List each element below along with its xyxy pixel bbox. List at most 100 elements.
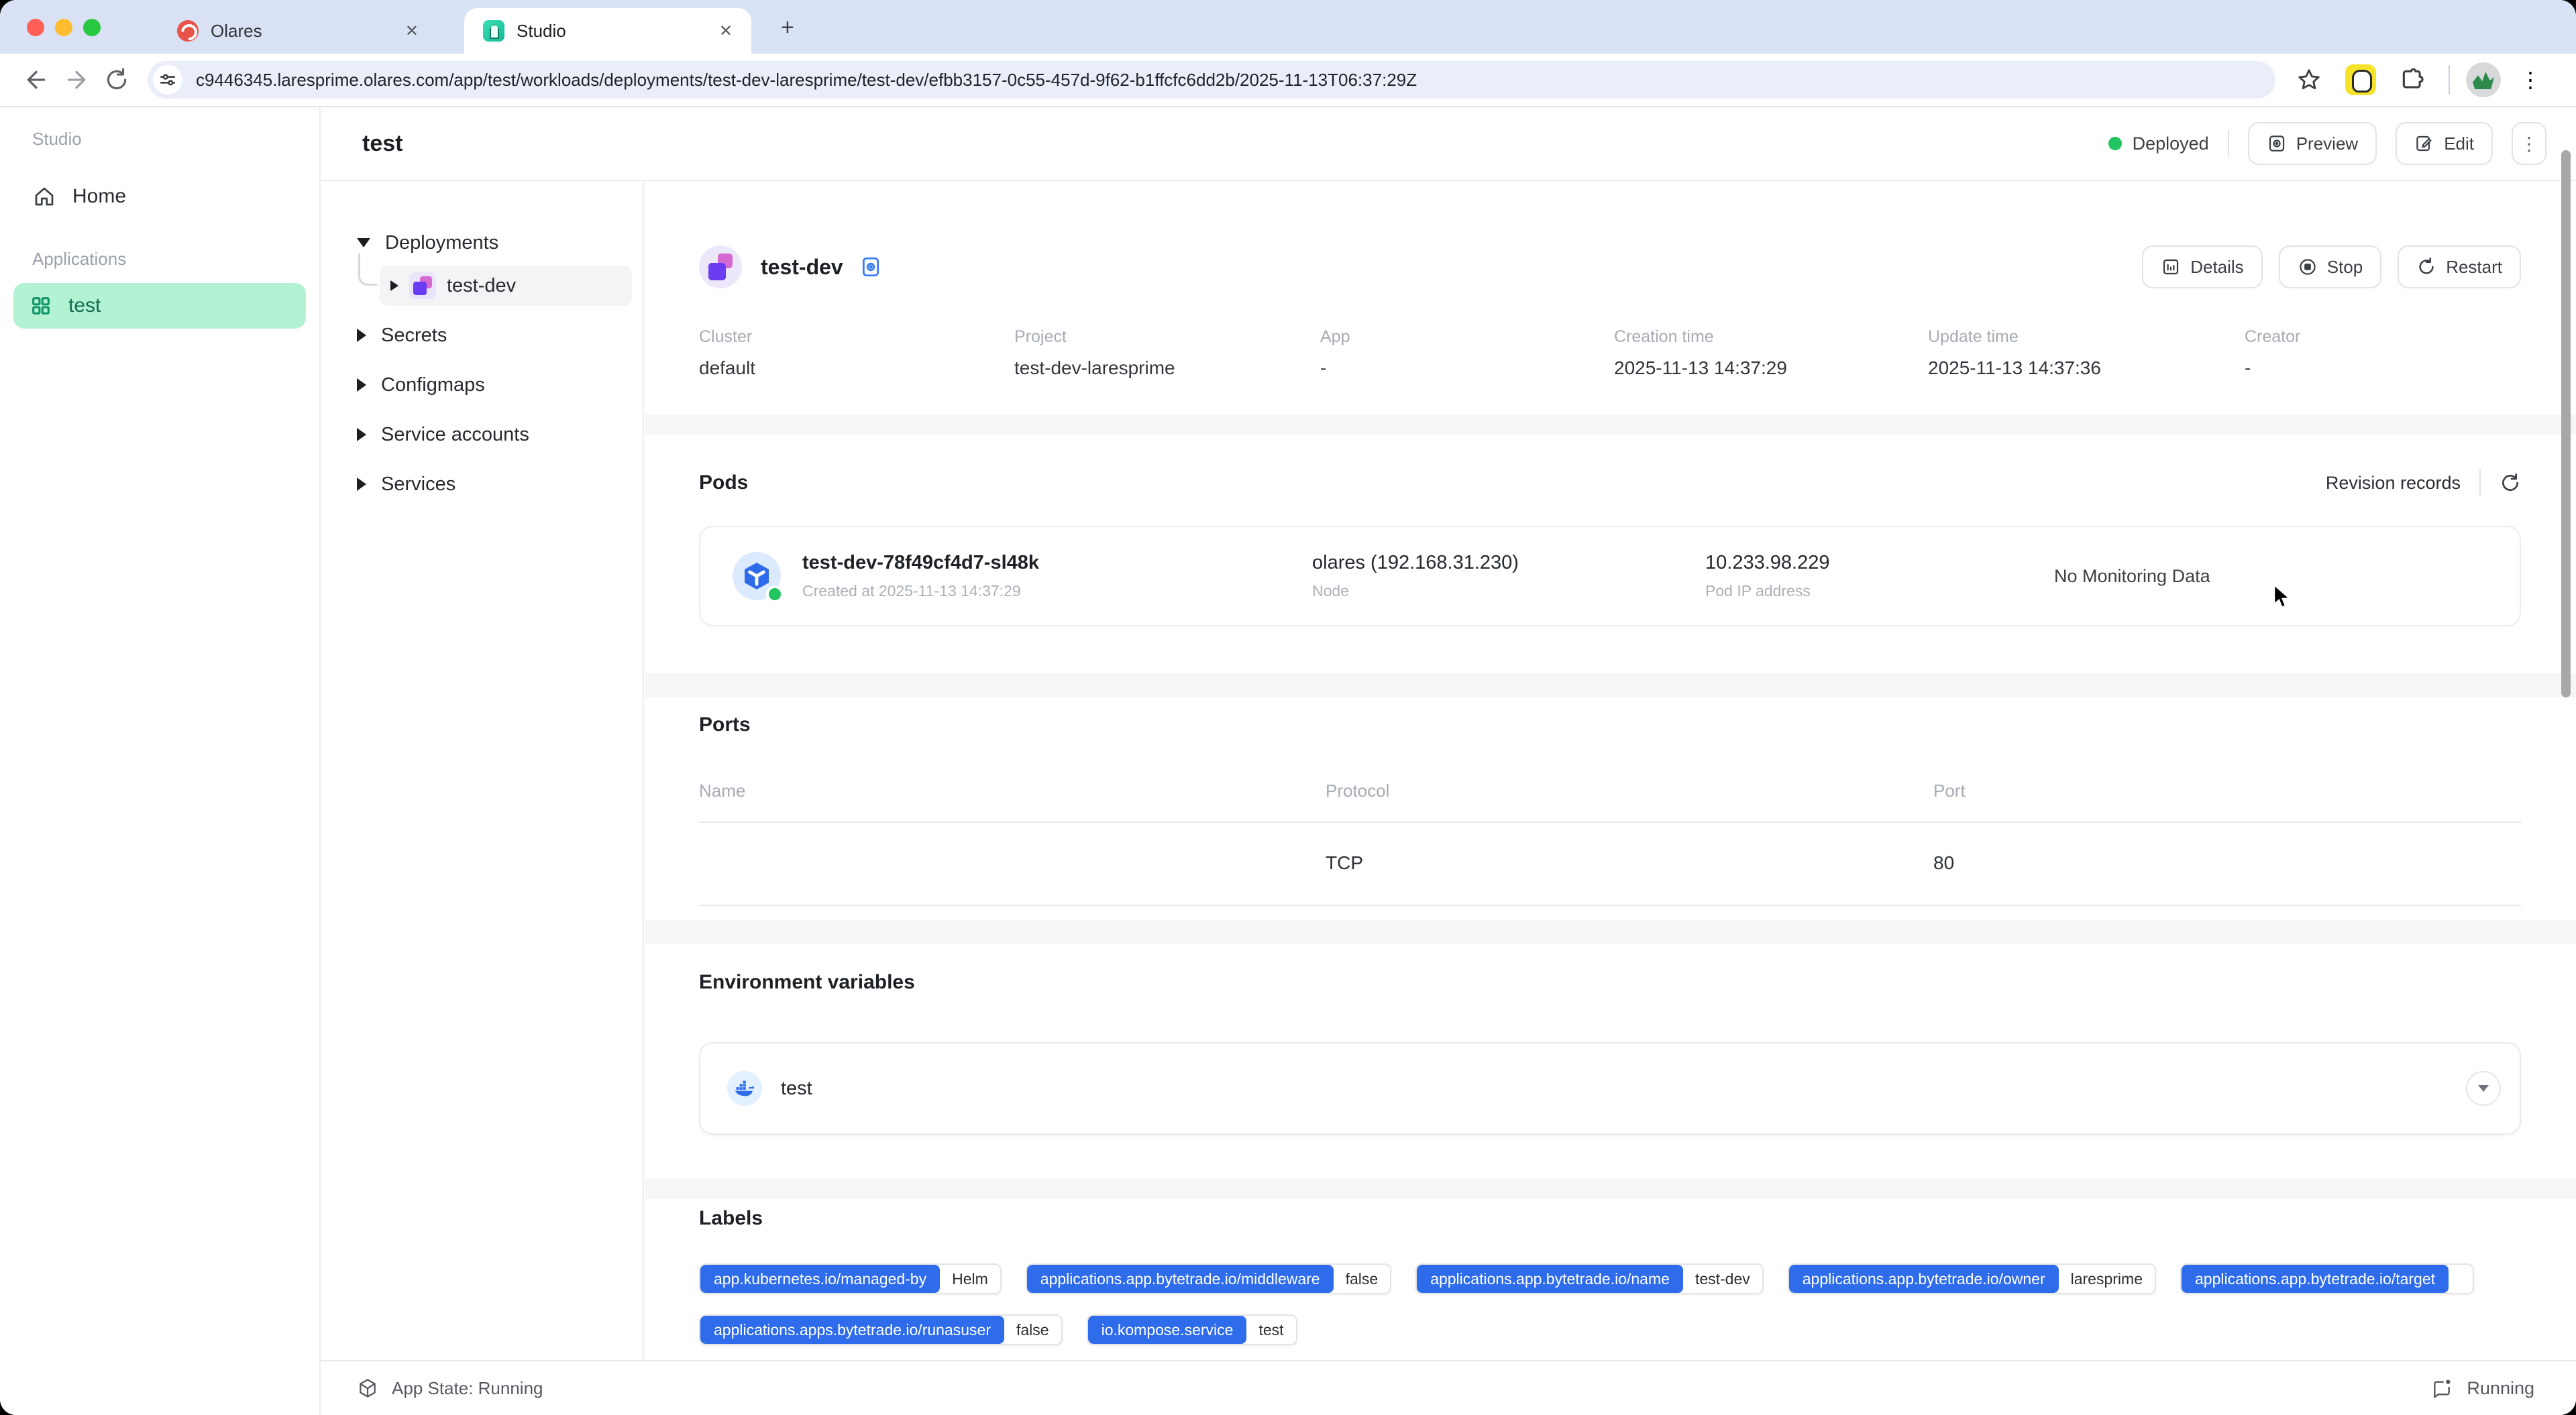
running-state-text: Running — [2467, 1378, 2534, 1399]
reload-icon[interactable] — [97, 60, 137, 100]
deployed-status-dot — [2108, 137, 2122, 150]
tree-item-configmaps[interactable]: Configmaps — [321, 365, 643, 405]
caret-right-icon[interactable] — [357, 477, 366, 491]
edit-button-label: Edit — [2444, 133, 2474, 154]
field-label: Creation time — [1614, 327, 1928, 347]
app-state-text: App State: Running — [392, 1378, 543, 1399]
extensions-puzzle-icon[interactable] — [2392, 60, 2432, 100]
macos-traffic-lights[interactable] — [27, 19, 101, 36]
tab-olares[interactable]: Olares ✕ — [158, 8, 437, 54]
edit-button[interactable]: Edit — [2396, 122, 2493, 165]
tree-item-test-dev[interactable]: test-dev — [380, 266, 632, 306]
tree-item-service-accounts[interactable]: Service accounts — [321, 414, 643, 455]
label-badge: applications.app.bytetrade.io/target — [2180, 1263, 2474, 1294]
app-content: Studio Home Applications test test Deplo… — [0, 107, 2576, 1415]
pod-ip-label: Pod IP address — [1705, 582, 2054, 600]
bookmark-star-icon[interactable] — [2289, 60, 2329, 100]
forward-icon[interactable] — [56, 60, 97, 100]
label-badge: applications.apps.bytetrade.io/runasuser… — [699, 1314, 1063, 1345]
browser-toolbar: c9446345.laresprime.olares.com/app/test/… — [0, 54, 2576, 107]
workload-name: test-dev — [761, 255, 843, 280]
status-bar: App State: Running Running — [321, 1360, 2576, 1415]
studio-favicon — [483, 20, 504, 42]
back-icon[interactable] — [16, 60, 56, 100]
close-tab-icon[interactable]: ✕ — [714, 19, 738, 44]
details-button-label: Details — [2190, 257, 2243, 278]
notification-bubble-icon[interactable] — [2430, 1377, 2453, 1399]
pod-node-value: olares (192.168.31.230) — [1312, 552, 1705, 574]
sidebar-item-home[interactable]: Home — [32, 184, 319, 209]
screenshot-viewport: Olares ✕ Studio ✕ + c9446345.laresprime.… — [0, 0, 2576, 1415]
port-number-cell: 80 — [1933, 852, 2521, 874]
url-text[interactable]: c9446345.laresprime.olares.com/app/test/… — [196, 70, 1417, 91]
labels-badges: app.kubernetes.io/managed-byHelm applica… — [699, 1263, 2521, 1345]
field-value: 2025-11-13 14:37:36 — [1928, 357, 2245, 379]
field-label: Creator — [2245, 327, 2406, 347]
ports-section: Ports Name Protocol Port TCP 80 — [645, 697, 2576, 920]
restart-button[interactable]: Restart — [2398, 245, 2521, 288]
labels-section: Labels app.kubernetes.io/managed-byHelm … — [645, 1199, 2576, 1363]
field-value: - — [2245, 357, 2406, 379]
close-tab-icon[interactable]: ✕ — [400, 19, 424, 44]
caret-down-icon[interactable] — [357, 238, 370, 247]
label-badge: io.kompose.servicetest — [1087, 1314, 1297, 1345]
label-badge: applications.app.bytetrade.io/ownerlares… — [1788, 1263, 2156, 1294]
extension-dog-icon[interactable] — [2345, 64, 2376, 95]
toolbar-divider — [2449, 65, 2450, 95]
chevron-down-icon — [2478, 1085, 2489, 1092]
sidebar-item-test-app[interactable]: test — [13, 283, 306, 329]
pods-divider — [2479, 469, 2481, 496]
details-button[interactable]: Details — [2142, 245, 2262, 288]
tree-deployments-label: Deployments — [385, 232, 498, 254]
section-gap — [645, 920, 2576, 944]
pod-icon — [733, 552, 781, 600]
section-gap — [645, 673, 2576, 697]
tree-service-accounts-label: Service accounts — [381, 424, 529, 446]
pod-row[interactable]: test-dev-78f49cf4d7-sl48k Created at 202… — [699, 526, 2521, 626]
tab-olares-label: Olares — [211, 21, 262, 42]
site-settings-icon[interactable] — [153, 65, 182, 95]
field-label: App — [1320, 327, 1614, 347]
sidebar-home-label: Home — [72, 185, 126, 208]
workload-preview-icon[interactable] — [859, 256, 882, 278]
preview-button[interactable]: Preview — [2248, 122, 2377, 165]
env-expand-button[interactable] — [2466, 1071, 2501, 1106]
new-tab-button[interactable]: + — [773, 12, 802, 44]
header-more-button[interactable]: ⋮ — [2512, 122, 2546, 165]
caret-right-icon[interactable] — [357, 428, 366, 441]
field-value: 2025-11-13 14:37:29 — [1614, 357, 1928, 379]
minimize-window-button[interactable] — [55, 19, 72, 36]
labels-title: Labels — [699, 1207, 763, 1230]
pods-title: Pods — [699, 471, 748, 494]
caret-right-icon[interactable] — [357, 378, 366, 392]
browser-menu-icon[interactable]: ⋮ — [2517, 60, 2544, 100]
tab-studio[interactable]: Studio ✕ — [464, 8, 751, 54]
tree-secrets-label: Secrets — [381, 325, 447, 347]
details-icon — [2161, 257, 2181, 277]
zoom-window-button[interactable] — [83, 19, 101, 36]
caret-right-icon[interactable] — [390, 280, 398, 291]
pod-name[interactable]: test-dev-78f49cf4d7-sl48k — [802, 552, 1312, 574]
stop-icon — [2298, 257, 2318, 277]
browser-tabstrip: Olares ✕ Studio ✕ + — [0, 0, 2576, 54]
primary-sidebar: Studio Home Applications test — [0, 107, 321, 1415]
label-badge: applications.app.bytetrade.io/middleware… — [1026, 1263, 1391, 1294]
url-bar[interactable]: c9446345.laresprime.olares.com/app/test/… — [148, 61, 2275, 99]
caret-right-icon[interactable] — [357, 329, 366, 342]
close-window-button[interactable] — [27, 19, 44, 36]
pod-created-at: Created at 2025-11-13 14:37:29 — [802, 582, 1312, 600]
ports-table-row: TCP 80 — [699, 823, 2521, 906]
section-gap — [645, 414, 2576, 435]
tree-item-secrets[interactable]: Secrets — [321, 315, 643, 355]
vertical-scrollbar-thumb[interactable] — [2561, 150, 2571, 697]
browser-window: Olares ✕ Studio ✕ + c9446345.laresprime.… — [0, 0, 2576, 1415]
preview-button-label: Preview — [2296, 133, 2358, 154]
ports-col-protocol: Protocol — [1326, 781, 1933, 801]
refresh-icon[interactable] — [2500, 472, 2521, 494]
tree-item-services[interactable]: Services — [321, 464, 643, 504]
revision-records-link[interactable]: Revision records — [2326, 473, 2461, 494]
stop-button[interactable]: Stop — [2279, 245, 2382, 288]
profile-avatar[interactable] — [2466, 62, 2501, 97]
deployed-status-label: Deployed — [2133, 133, 2209, 154]
pod-node-label: Node — [1312, 582, 1705, 600]
